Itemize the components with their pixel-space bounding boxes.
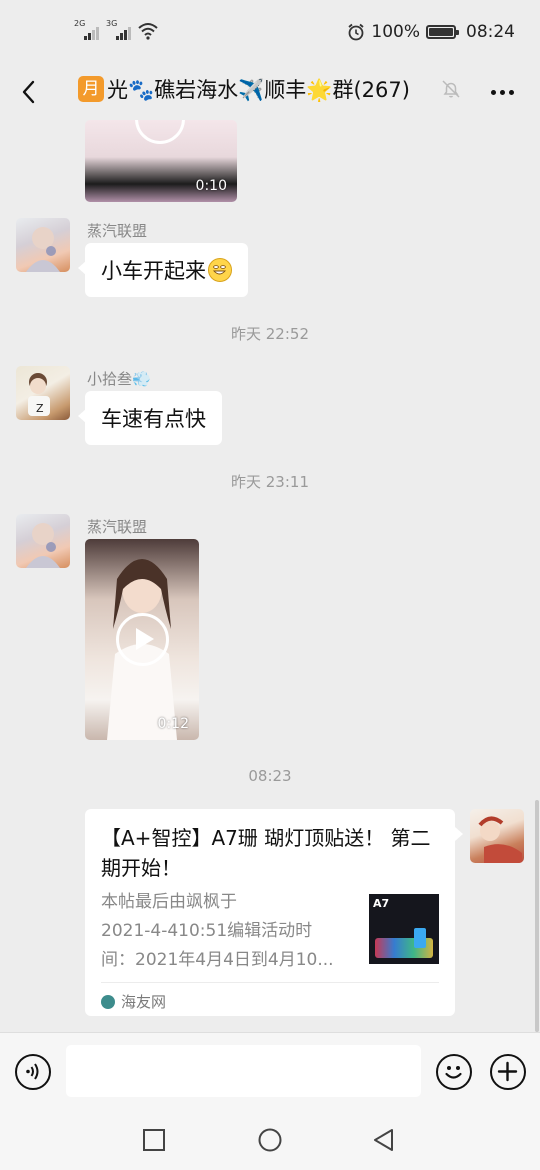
- link-card-thumbnail: A7: [369, 894, 439, 964]
- smiley-icon: [445, 1066, 462, 1079]
- link-card-source: 海友网: [101, 991, 166, 1012]
- plus-icon: [497, 1061, 518, 1082]
- wifi-icon: [138, 23, 158, 40]
- source-logo-icon: [101, 994, 115, 1009]
- link-card-desc-line: 本帖最后由飒枫于: [101, 892, 237, 912]
- sender-name: 蒸汽联盟: [87, 518, 148, 536]
- message-text: 车速有点快: [101, 407, 206, 431]
- emoji-button[interactable]: [436, 1054, 472, 1090]
- avatar[interactable]: [16, 218, 70, 272]
- input-bar: [0, 1032, 540, 1111]
- avatar[interactable]: Z: [16, 366, 70, 420]
- group-title: 月 光🐾礁岩海水✈️顺丰🌟群(267): [78, 74, 410, 104]
- battery-icon: [426, 25, 459, 39]
- play-button[interactable]: [116, 613, 169, 666]
- play-icon: [136, 628, 154, 650]
- sender-name: 蒸汽联盟: [87, 222, 148, 240]
- message-bubble[interactable]: 小车开起来: [78, 243, 248, 297]
- alarm-icon: [348, 23, 364, 41]
- play-button-icon[interactable]: [135, 120, 185, 144]
- system-navigation-bar: [0, 1110, 540, 1170]
- video-message[interactable]: 0:10: [85, 120, 237, 202]
- battery-percentage: 100%: [371, 22, 420, 42]
- group-title-text: 光🐾礁岩海水✈️顺丰🌟群(267): [107, 78, 410, 102]
- voice-icon: [26, 1063, 39, 1080]
- message-input[interactable]: [66, 1045, 421, 1097]
- back-triangle-icon[interactable]: [372, 1128, 396, 1152]
- chevron-left-icon: [22, 80, 35, 104]
- link-card-description: 本帖最后由飒枫于 2021-4-410:51编辑活动时 间：2021年4月4日到…: [101, 888, 349, 975]
- status-bar: 2G 3G 100% 08:24: [0, 0, 540, 64]
- sender-name: 小拾叁💨: [87, 370, 151, 388]
- link-card[interactable]: 【A+智控】A7珊 瑚灯顶贴送！ 第二期开始！ 本帖最后由飒枫于 2021-4-…: [85, 809, 463, 1016]
- more-options-button[interactable]: [482, 76, 522, 108]
- timestamp: 08:23: [248, 767, 292, 785]
- signal-strength-sim1-icon: [84, 24, 102, 40]
- message-bubble[interactable]: 车速有点快: [78, 391, 222, 445]
- my-avatar[interactable]: [470, 809, 524, 863]
- signal-strength-sim2-icon: [116, 24, 134, 40]
- more-dots-icon: [490, 89, 496, 95]
- card-divider: [101, 982, 439, 983]
- thumbnail-label: A7: [373, 897, 390, 910]
- link-card-title: 【A+智控】A7珊 瑚灯顶贴送！ 第二期开始！: [101, 826, 431, 880]
- recent-apps-square-icon[interactable]: [142, 1128, 166, 1152]
- chat-header: 月 光🐾礁岩海水✈️顺丰🌟群(267): [0, 64, 540, 120]
- avatar[interactable]: [16, 514, 70, 568]
- message-text: 小车开起来: [101, 259, 206, 283]
- home-circle-icon[interactable]: [258, 1128, 282, 1152]
- voice-input-button[interactable]: [15, 1054, 51, 1090]
- clock-time: 08:24: [466, 22, 515, 42]
- grinning-emoji-icon: [208, 258, 232, 282]
- link-card-desc-line: 间：2021年4月4日到4月10...: [101, 950, 334, 970]
- timestamp: 昨天 22:52: [231, 325, 309, 343]
- source-name: 海友网: [121, 993, 167, 1011]
- title-badge: 月: [78, 76, 104, 102]
- timestamp: 昨天 23:11: [231, 473, 309, 491]
- back-button[interactable]: [12, 70, 56, 114]
- scrollbar[interactable]: [535, 800, 539, 1032]
- link-card-desc-line: 2021-4-410:51编辑活动时: [101, 921, 313, 941]
- video-duration: 0:12: [157, 716, 189, 732]
- more-functions-button[interactable]: [490, 1054, 526, 1090]
- svg-text:Z: Z: [36, 402, 44, 415]
- video-message[interactable]: 0:12: [85, 539, 199, 740]
- mute-bell-icon: [442, 80, 460, 98]
- video-duration: 0:10: [195, 178, 227, 194]
